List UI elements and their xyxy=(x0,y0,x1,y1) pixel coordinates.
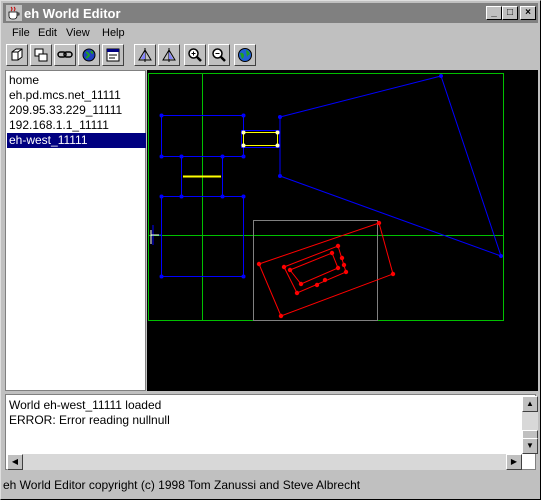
triangle-icon xyxy=(138,48,152,62)
log-line: ERROR: Error reading nullnull xyxy=(9,413,170,427)
world-list[interactable]: home eh.pd.mcs.net_11111 209.95.33.229_1… xyxy=(5,70,146,391)
menu-edit[interactable]: Edit xyxy=(38,27,57,39)
world-tool-button[interactable] xyxy=(234,44,256,66)
highlight-room[interactable] xyxy=(243,132,278,146)
zoom-out-tool-button[interactable] xyxy=(208,44,230,66)
scroll-down-button[interactable]: ▼ xyxy=(522,438,538,454)
boxes-icon xyxy=(34,48,48,62)
status-text: eh World Editor copyright (c) 1998 Tom Z… xyxy=(3,478,361,492)
zoom-in-tool-button[interactable] xyxy=(184,44,206,66)
scroll-left-button[interactable]: ◀ xyxy=(7,454,23,470)
world-map[interactable] xyxy=(147,70,538,391)
minimize-button[interactable]: _ xyxy=(486,6,502,20)
boxes-tool-button[interactable] xyxy=(30,44,52,66)
cube-tool-button[interactable] xyxy=(6,44,28,66)
toolbar xyxy=(3,44,538,70)
close-button[interactable]: × xyxy=(520,6,536,20)
list-item[interactable]: home xyxy=(7,73,146,88)
scroll-up-button[interactable]: ▲ xyxy=(522,396,538,412)
triangle-alt-icon xyxy=(162,48,176,62)
link-icon xyxy=(57,51,73,58)
window-title: eh World Editor xyxy=(24,6,121,21)
world-icon xyxy=(238,48,252,62)
globe-tool-button[interactable] xyxy=(78,44,100,66)
list-item[interactable]: 209.95.33.229_11111 xyxy=(7,103,146,118)
properties-tool-button[interactable] xyxy=(102,44,124,66)
highlight-vertices xyxy=(241,130,280,148)
log-vertical-scrollbar[interactable]: ▲ ▼ xyxy=(522,396,538,454)
java-cup-icon xyxy=(6,5,22,21)
zoom-in-icon xyxy=(188,48,202,62)
menu-bar: File Edit View Help xyxy=(3,24,538,42)
status-bar: eh World Editor copyright (c) 1998 Tom Z… xyxy=(3,478,538,496)
menu-file[interactable]: File xyxy=(12,27,30,39)
menu-help[interactable]: Help xyxy=(102,27,125,39)
selected-room[interactable] xyxy=(258,222,394,317)
list-item[interactable]: eh.pd.mcs.net_11111 xyxy=(7,88,146,103)
triangle-tool-button[interactable] xyxy=(134,44,156,66)
maximize-button[interactable]: □ xyxy=(502,6,518,20)
cube-icon xyxy=(11,48,23,61)
link-tool-button[interactable] xyxy=(54,44,76,66)
triangle-alt-tool-button[interactable] xyxy=(158,44,180,66)
log-line: World eh-west_11111 loaded xyxy=(9,398,162,412)
properties-icon xyxy=(106,48,120,62)
zoom-out-icon xyxy=(212,48,226,62)
menu-view[interactable]: View xyxy=(66,27,90,39)
list-item[interactable]: 192.168.1.1_11111 xyxy=(7,118,146,133)
scroll-right-button[interactable]: ▶ xyxy=(506,454,522,470)
log-horizontal-scrollbar[interactable]: ◀ ▶ xyxy=(7,454,522,470)
room[interactable] xyxy=(241,130,280,148)
log-panel[interactable]: World eh-west_11111 loaded ERROR: Error … xyxy=(5,394,538,470)
globe-icon xyxy=(82,48,96,62)
door-marker xyxy=(150,230,159,244)
world-map-canvas[interactable] xyxy=(147,70,538,391)
title-bar[interactable]: eh World Editor _ □ × xyxy=(3,3,538,23)
app-window: eh World Editor _ □ × File Edit View Hel… xyxy=(0,0,541,500)
room-large[interactable] xyxy=(279,75,502,257)
list-item-selected[interactable]: eh-west_11111 xyxy=(7,133,146,148)
